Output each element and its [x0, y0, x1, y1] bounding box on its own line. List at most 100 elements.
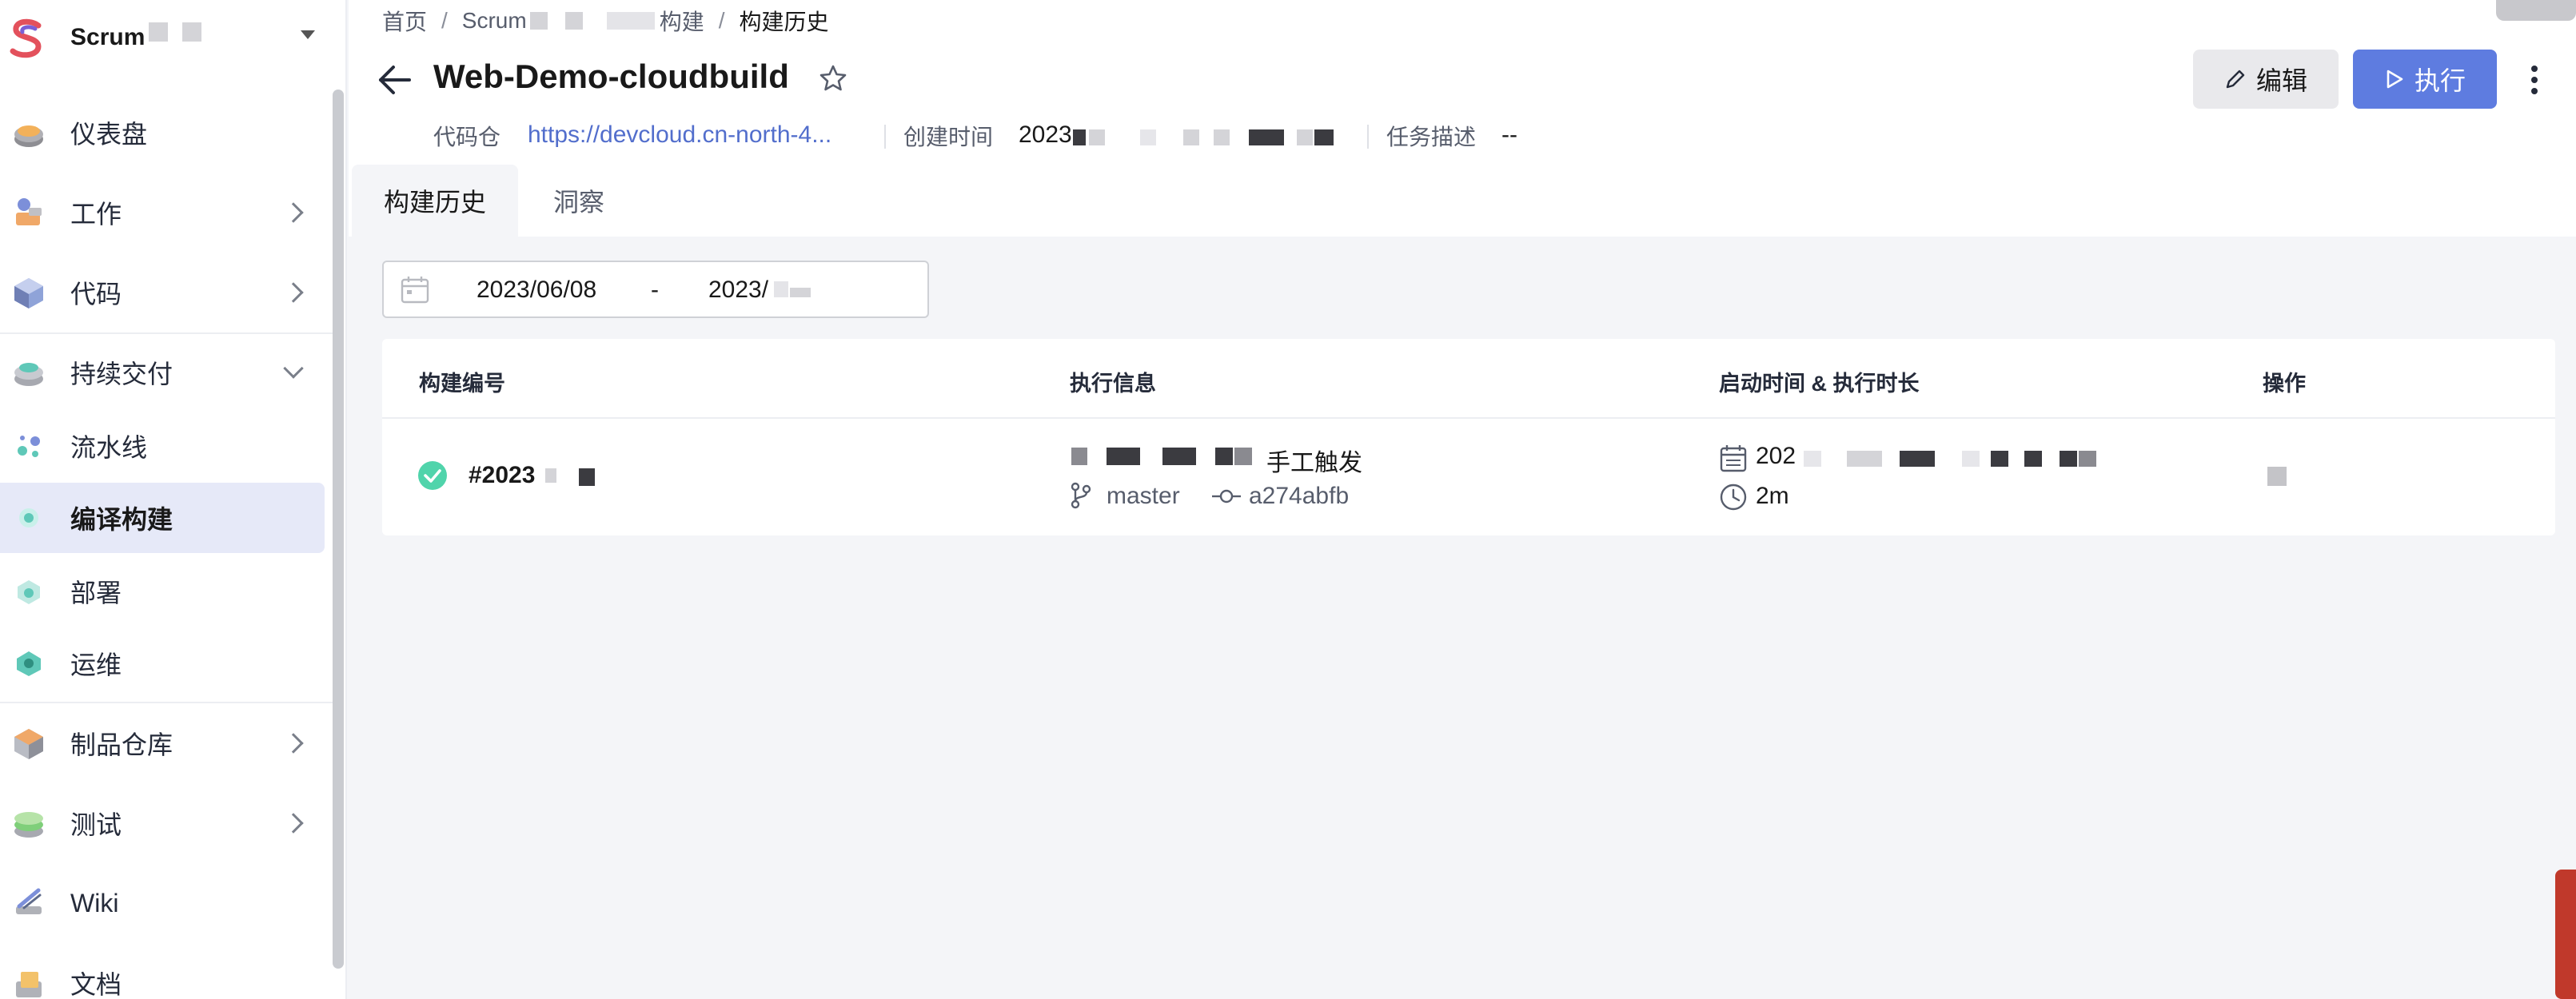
start-time: 202 — [1756, 443, 1796, 469]
project-logo-icon — [10, 18, 42, 58]
trigger-type: 手工触发 — [1266, 450, 1362, 476]
chevron-down-icon[interactable] — [301, 30, 315, 39]
repo-link[interactable]: https://devcloud.cn-north-4... — [528, 121, 831, 149]
docs-icon — [16, 972, 42, 997]
back-arrow-icon[interactable] — [377, 64, 413, 96]
redacted — [182, 22, 201, 42]
continuous-delivery-icon — [14, 363, 43, 386]
branch-icon — [1071, 482, 1091, 509]
column-header-actions: 操作 — [2263, 372, 2306, 396]
created-label: 创建时间 — [903, 125, 994, 149]
calendar-icon — [401, 277, 429, 304]
sidebar-scrollbar[interactable] — [333, 90, 344, 969]
chevron-down-icon — [283, 358, 304, 379]
sidebar-item-label: 测试 — [70, 810, 122, 839]
duration: 2m — [1756, 483, 1789, 509]
sidebar-item-work[interactable]: 工作 — [0, 177, 325, 248]
sidebar-item-label: 制品仓库 — [70, 730, 173, 759]
overlay-handle — [2496, 0, 2576, 21]
project-switcher[interactable]: Scrum — [0, 0, 347, 77]
chevron-right-icon — [283, 202, 304, 223]
sidebar-item-code[interactable]: 代码 — [0, 257, 325, 328]
redacted — [606, 12, 655, 30]
more-vertical-icon[interactable] — [2530, 64, 2539, 96]
code-icon — [14, 278, 43, 308]
created-value: 2023 — [1019, 121, 1072, 148]
page-title: Web-Demo-cloudbuild — [433, 58, 789, 95]
breadcrumb-home[interactable]: 首页 — [382, 5, 427, 37]
sidebar: Scrum 仪表盘 工作 代码 持续交付 流水线 编译构建 部署 运维 制品仓库… — [0, 0, 347, 999]
test-icon — [14, 812, 43, 838]
build-number[interactable]: #2023 — [469, 462, 535, 489]
artifact-repo-icon — [14, 729, 43, 759]
description-label: 任务描述 — [1386, 125, 1477, 149]
sidebar-item-label: 部署 — [70, 579, 122, 607]
deploy-icon — [18, 580, 40, 604]
breadcrumb-current: 构建历史 — [739, 10, 829, 34]
sidebar-item-wiki[interactable]: Wiki — [0, 868, 325, 938]
tab-insights[interactable]: 洞察 — [529, 165, 628, 237]
sidebar-item-label: 编译构建 — [70, 505, 173, 534]
date-start[interactable]: 2023/06/08 — [477, 277, 596, 304]
edit-button[interactable]: 编辑 — [2193, 50, 2339, 109]
sidebar-item-operations[interactable]: 运维 — [0, 628, 325, 699]
column-header-build-no: 构建编号 — [419, 372, 505, 396]
sidebar-item-label: Wiki — [70, 888, 119, 917]
sidebar-item-label: 流水线 — [70, 433, 148, 462]
redacted — [149, 22, 168, 42]
commit-icon — [1212, 489, 1241, 503]
wiki-icon — [16, 888, 42, 914]
sidebar-item-continuous-delivery[interactable]: 持续交付 — [0, 337, 325, 408]
chevron-right-icon — [283, 813, 304, 834]
success-check-icon — [418, 461, 447, 490]
row-action-menu[interactable] — [2267, 467, 2287, 486]
sidebar-item-deploy[interactable]: 部署 — [0, 556, 325, 627]
task-meta: 代码仓 https://devcloud.cn-north-4... 创建时间 … — [433, 120, 1952, 152]
redacted — [564, 12, 583, 30]
sidebar-item-label: 运维 — [70, 651, 122, 679]
run-button[interactable]: 执行 — [2353, 50, 2497, 109]
commit-id[interactable]: a274abfb — [1249, 483, 1349, 510]
feedback-side-tab[interactable] — [2555, 870, 2576, 999]
sidebar-item-dashboard[interactable]: 仪表盘 — [0, 98, 325, 168]
redacted — [529, 12, 548, 30]
divider — [0, 332, 333, 334]
operations-icon — [17, 651, 41, 676]
sidebar-item-pipeline[interactable]: 流水线 — [0, 411, 325, 481]
sidebar-item-build[interactable]: 编译构建 — [0, 483, 325, 553]
sidebar-item-label: 代码 — [70, 280, 122, 308]
sidebar-item-label: 文档 — [70, 970, 122, 999]
repo-label: 代码仓 — [433, 125, 501, 149]
breadcrumb-project[interactable]: Scrum — [462, 8, 527, 34]
calendar-icon — [1720, 445, 1747, 472]
date-range-picker[interactable]: 2023/06/08 - 2023/ — [382, 261, 929, 318]
page-header: 首页 / Scrum 构建 / 构建历史 Web-Demo-cloudbuild… — [349, 0, 2576, 237]
table-row[interactable]: #2023 手工触发 master a274abfb 202 2m — [382, 419, 2555, 535]
run-button-label: 执行 — [2414, 66, 2466, 95]
tab-build-history[interactable]: 构建历史 — [352, 165, 518, 237]
chevron-right-icon — [283, 733, 304, 754]
chevron-right-icon — [283, 282, 304, 303]
divider — [0, 702, 333, 703]
pipeline-icon — [18, 436, 40, 457]
sidebar-item-docs[interactable]: 文档 — [0, 948, 325, 999]
sidebar-item-label: 持续交付 — [70, 360, 173, 388]
date-end[interactable]: 2023/ — [708, 277, 768, 304]
build-history-table: 构建编号 执行信息 启动时间 & 执行时长 操作 #2023 手工触发 mast… — [382, 339, 2555, 535]
sidebar-item-test[interactable]: 测试 — [0, 788, 325, 858]
breadcrumb: 首页 / Scrum 构建 / 构建历史 — [382, 5, 829, 37]
star-icon[interactable] — [819, 64, 847, 93]
build-icon — [19, 508, 38, 527]
clock-icon — [1720, 484, 1747, 511]
sidebar-item-label: 仪表盘 — [70, 120, 148, 149]
column-header-start-duration: 启动时间 & 执行时长 — [1719, 372, 1920, 396]
dashboard-icon — [14, 125, 43, 147]
tab-bar: 构建历史 洞察 — [349, 165, 2576, 237]
sidebar-item-artifact-repo[interactable]: 制品仓库 — [0, 708, 325, 778]
branch-name[interactable]: master — [1107, 483, 1180, 510]
description-value: -- — [1501, 121, 1517, 148]
play-icon — [2387, 70, 2403, 89]
breadcrumb-module[interactable]: 构建 — [660, 5, 704, 37]
column-header-exec-info: 执行信息 — [1070, 372, 1156, 396]
pencil-icon — [2226, 70, 2245, 89]
